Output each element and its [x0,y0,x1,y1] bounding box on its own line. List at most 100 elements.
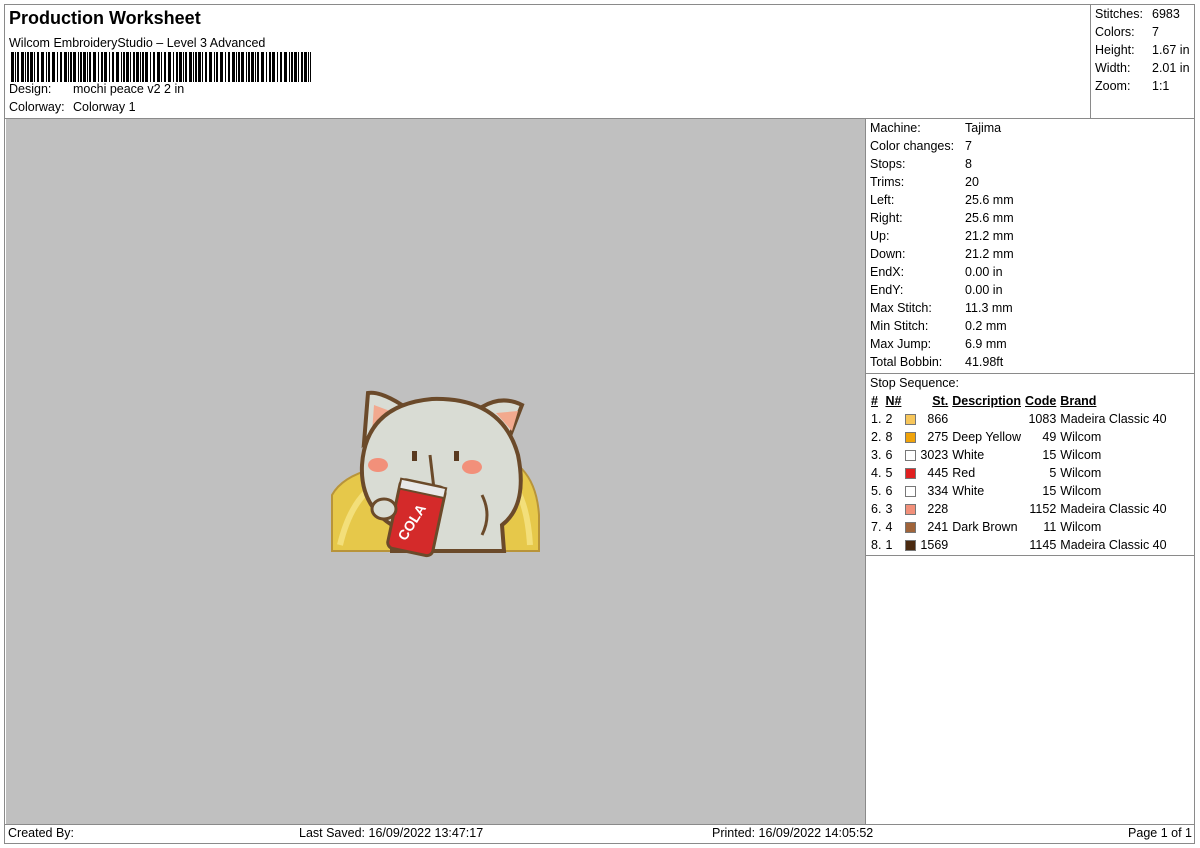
stop-brand: Wilcom [1060,484,1102,498]
machine-info-value: 25.6 mm [965,193,1014,207]
stop-needle: 6 [885,448,893,462]
stats-panel: Stitches: 6983 Colors: 7 Height: 1.67 in Width… [1095,5,1190,95]
stop-row: 7. 4 241 Dark Brown 11 Wilcom [869,518,1169,536]
stop-description: Red [952,466,976,480]
stop-description [950,500,1023,518]
stop-description: White [952,448,985,462]
color-swatch [903,410,918,428]
col-code: Code [1025,394,1057,408]
stat-value: 1.67 in [1152,43,1190,57]
thread-color-swatch [905,450,917,462]
stop-row: 1. 2 866 1083 Madeira Classic 40 [869,410,1169,428]
stat-label: Width: [1095,61,1131,75]
stop-needle: 2 [885,412,893,426]
machine-info-panel: Machine: Tajima Color changes: 7 Stops: 8 Trim… [866,119,1195,556]
machine-info-row: EndY: 0.00 in [866,281,1195,299]
stop-code: 15 [1042,484,1057,498]
thread-color-swatch [905,432,917,444]
stop-code: 15 [1042,448,1057,462]
stop-code: 49 [1042,430,1057,444]
machine-info-label: Max Stitch: [870,301,932,315]
stop-stitches: 1569 [920,538,949,552]
machine-info-label: EndY: [870,283,904,297]
stat-label: Zoom: [1095,79,1131,93]
stat-label: Colors: [1095,25,1135,39]
stop-stitches: 866 [927,412,949,426]
color-swatch [903,482,918,500]
thread-color-swatch [905,468,917,480]
machine-info-value: 0.2 mm [965,319,1007,333]
stop-code: 1083 [1028,412,1057,426]
stat-label: Height: [1095,43,1135,57]
stop-row: 3. 6 3023 White 15 Wilcom [869,446,1169,464]
machine-info-row: Machine: Tajima [866,119,1195,137]
stop-stitches: 3023 [920,448,949,462]
stop-needle: 8 [885,430,893,444]
design-label: Design: [9,82,52,96]
barcode-icon [11,52,311,82]
color-swatch [903,500,918,518]
stop-number: 6. [871,502,882,516]
machine-info-row: Left: 25.6 mm [866,191,1195,209]
stop-number: 4. [871,466,882,480]
col-number: # [871,394,878,408]
machine-info-label: Total Bobbin: [870,355,943,369]
stop-needle: 3 [885,502,893,516]
machine-info-value: 0.00 in [965,265,1003,279]
design-canvas: COLA [6,119,865,824]
footer-divider [5,824,1195,825]
printed-date: Printed: 16/09/2022 14:05:52 [712,826,874,840]
machine-info-label: Up: [870,229,890,243]
machine-info-row: Total Bobbin: 41.98ft [866,353,1195,371]
machine-info-value: 7 [965,139,972,153]
machine-info-row: EndX: 0.00 in [866,263,1195,281]
color-swatch [903,428,918,446]
stop-description: Dark Brown [952,520,1018,534]
machine-info-value: 25.6 mm [965,211,1014,225]
thread-color-swatch [905,540,917,552]
stat-value: 6983 [1152,7,1180,21]
machine-info-label: Trims: [870,175,905,189]
machine-info-label: Color changes: [870,139,955,153]
stop-stitches: 241 [927,520,949,534]
machine-info-label: Min Stitch: [870,319,929,333]
machine-info-value: 21.2 mm [965,247,1014,261]
machine-info-value: 0.00 in [965,283,1003,297]
stop-brand: Madeira Classic 40 [1060,538,1167,552]
stat-row: Zoom: 1:1 [1095,77,1190,95]
stop-row: 8. 1 1569 1145 Madeira Classic 40 [869,536,1169,554]
stat-value: 2.01 in [1152,61,1190,75]
stop-sequence-title: Stop Sequence: [870,376,959,390]
stop-needle: 1 [885,538,893,552]
machine-info-label: Max Jump: [870,337,932,351]
stop-row: 6. 3 228 1152 Madeira Classic 40 [869,500,1169,518]
header-divider [1090,5,1091,118]
design-value: mochi peace v2 2 in [73,82,185,96]
stop-brand: Wilcom [1060,466,1102,480]
machine-info-row: Min Stitch: 0.2 mm [866,317,1195,335]
color-swatch [903,446,918,464]
stop-brand: Wilcom [1060,448,1102,462]
col-description: Description [952,394,1021,408]
cat-paw [370,497,398,521]
stat-row: Height: 1.67 in [1095,41,1190,59]
stop-sequence-table: # N# St. Description Code Brand 1. 2 866 10… [869,392,1169,554]
col-stitches: St. [932,394,949,408]
stop-number: 7. [871,520,882,534]
stop-sequence-header-row: # N# St. Description Code Brand [869,392,1169,410]
color-swatch [903,518,918,536]
page-number: Page 1 of 1 [1128,826,1192,840]
stop-row: 4. 5 445 Red 5 Wilcom [869,464,1169,482]
page-title: Production Worksheet [9,8,201,28]
machine-info-row: Up: 21.2 mm [866,227,1195,245]
stop-number: 3. [871,448,882,462]
machine-info-row: Trims: 20 [866,173,1195,191]
design-preview: COLA [331,390,540,558]
stop-needle: 6 [885,484,893,498]
thread-color-swatch [905,414,917,426]
design-row: Design: mochi peace v2 2 in [9,82,184,96]
stop-needle: 4 [885,520,893,534]
colorway-row: Colorway: Colorway 1 [9,100,136,114]
stop-code: 1152 [1029,502,1057,516]
stop-brand: Wilcom [1060,520,1102,534]
